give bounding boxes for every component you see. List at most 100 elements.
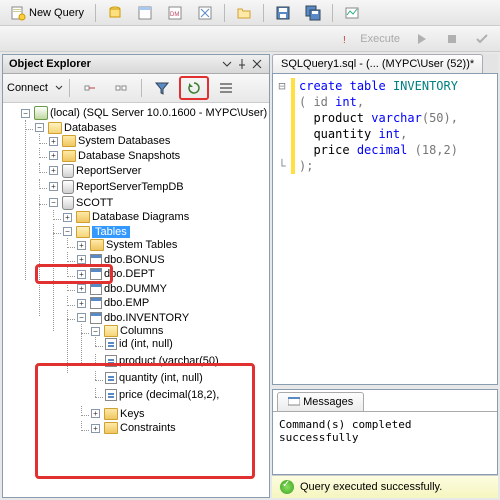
new-query-button[interactable]: New Query [4,2,90,24]
node-label: product (varchar(50) [119,355,219,367]
toolbar-btn-3[interactable]: DM [161,2,189,24]
messages-tab[interactable]: Messages [277,392,364,411]
dropdown-icon[interactable] [221,58,233,70]
column-price-node[interactable]: price (decimal(18,2), [105,389,219,401]
list-icon [218,80,234,96]
server-label: (local) (SQL Server 10.0.1600 - MYPC\Use… [50,107,267,119]
separator [332,4,333,22]
tables-node[interactable]: − Tables [63,226,130,238]
expand-icon[interactable]: + [91,424,100,433]
server-node[interactable]: − (local) (SQL Server 10.0.1600 - MYPC\U… [21,106,267,120]
inventory-table-node[interactable]: − dbo.INVENTORY [77,312,189,324]
folder-open-icon [236,5,252,21]
expand-icon[interactable]: + [49,166,58,175]
separator [224,4,225,22]
fold-end-icon: └ [273,158,291,174]
activity-button[interactable] [338,2,366,24]
analysis-icon [137,5,153,21]
connect-button[interactable] [76,77,104,99]
status-text: Query executed successfully. [300,481,442,493]
expand-icon[interactable]: + [91,409,100,418]
node-label: dbo.BONUS [104,254,165,266]
status-bar: Query executed successfully. [272,475,498,498]
kw: varchar [371,111,422,125]
expand-icon[interactable]: + [77,241,86,250]
sql-editor[interactable]: ⊟create table INVENTORY ( id int, produc… [272,73,498,385]
constraints-node[interactable]: + Constraints [91,422,176,434]
folder-icon [62,135,76,147]
expand-icon[interactable]: + [49,182,58,191]
parse-button[interactable] [468,28,496,50]
pin-icon[interactable] [236,58,248,70]
separator [69,79,70,97]
column-icon [105,389,117,401]
db-diagrams-node[interactable]: + Database Diagrams [63,211,189,223]
disconnect-button[interactable] [107,77,135,99]
collapse-icon[interactable]: − [35,123,44,132]
messages-icon [288,397,300,407]
save-all-button[interactable] [299,2,327,24]
expand-icon[interactable]: + [49,137,58,146]
op: (50) [422,111,451,125]
collapse-icon[interactable]: − [77,313,86,322]
stop-icon [444,31,460,47]
connect-label[interactable]: Connect [7,82,48,94]
refresh-button[interactable] [179,76,209,100]
search-button[interactable] [212,77,240,99]
fold-icon[interactable]: ⊟ [273,78,291,94]
emp-table-node[interactable]: + dbo.EMP [77,297,149,309]
system-tables-node[interactable]: + System Tables [77,239,177,251]
filter-button[interactable] [148,77,176,99]
node-label: dbo.DEPT [104,268,155,280]
column-quantity-node[interactable]: quantity (int, null) [105,372,203,384]
tab-strip: SQLQuery1.sql - (... (MYPC\User (52))* [272,54,498,73]
toolbar-btn-4[interactable] [191,2,219,24]
expand-icon[interactable]: + [77,270,86,279]
dmx-icon: DM [167,5,183,21]
databases-node[interactable]: − Databases [35,122,117,134]
column-id-node[interactable]: id (int, null) [105,338,173,350]
collapse-icon[interactable]: − [91,327,100,336]
expand-icon[interactable]: + [63,213,72,222]
columns-node[interactable]: − Columns [91,325,163,337]
system-databases-node[interactable]: + System Databases [49,135,170,147]
reportserver-node[interactable]: + ReportServer [49,164,141,178]
execute-label: Execute [360,33,400,45]
scott-db-node[interactable]: − SCOTT [49,196,113,210]
collapse-icon[interactable]: − [49,198,58,207]
column-product-node[interactable]: product (varchar(50) [105,355,219,367]
messages-body[interactable]: Command(s) completed successfully [273,412,497,474]
editor-tab[interactable]: SQLQuery1.sql - (... (MYPC\User (52))* [272,54,483,73]
expand-icon[interactable]: + [77,299,86,308]
svg-text:!: ! [343,35,346,46]
execute-button[interactable]: ! Execute [335,28,406,50]
stop-button[interactable] [438,28,466,50]
expand-icon[interactable]: + [77,284,86,293]
dummy-table-node[interactable]: + dbo.DUMMY [77,283,167,295]
run-button[interactable] [408,28,436,50]
open-button[interactable] [230,2,258,24]
close-icon[interactable] [251,58,263,70]
check-icon [474,31,490,47]
reportservertemp-node[interactable]: + ReportServerTempDB [49,180,184,194]
node-label: Database Diagrams [92,211,189,223]
dropdown-icon[interactable] [55,84,63,92]
toolbar-btn-1[interactable] [101,2,129,24]
collapse-icon[interactable]: − [63,227,72,236]
keys-node[interactable]: + Keys [91,408,144,420]
toolbar-btn-2[interactable] [131,2,159,24]
expand-icon[interactable]: + [49,151,58,160]
dept-table-node[interactable]: + dbo.DEPT [77,268,155,280]
object-tree[interactable]: − (local) (SQL Server 10.0.1600 - MYPC\U… [3,103,269,497]
ident: price [313,143,349,157]
folder-icon [104,408,118,420]
collapse-icon[interactable]: − [21,109,30,118]
kw: table [350,79,386,93]
folder-icon [48,122,62,134]
database-snapshots-node[interactable]: + Database Snapshots [49,150,180,162]
folder-icon [62,150,76,162]
save-button[interactable] [269,2,297,24]
bonus-table-node[interactable]: + dbo.BONUS [77,254,165,266]
node-label: Columns [120,325,163,337]
expand-icon[interactable]: + [77,255,86,264]
